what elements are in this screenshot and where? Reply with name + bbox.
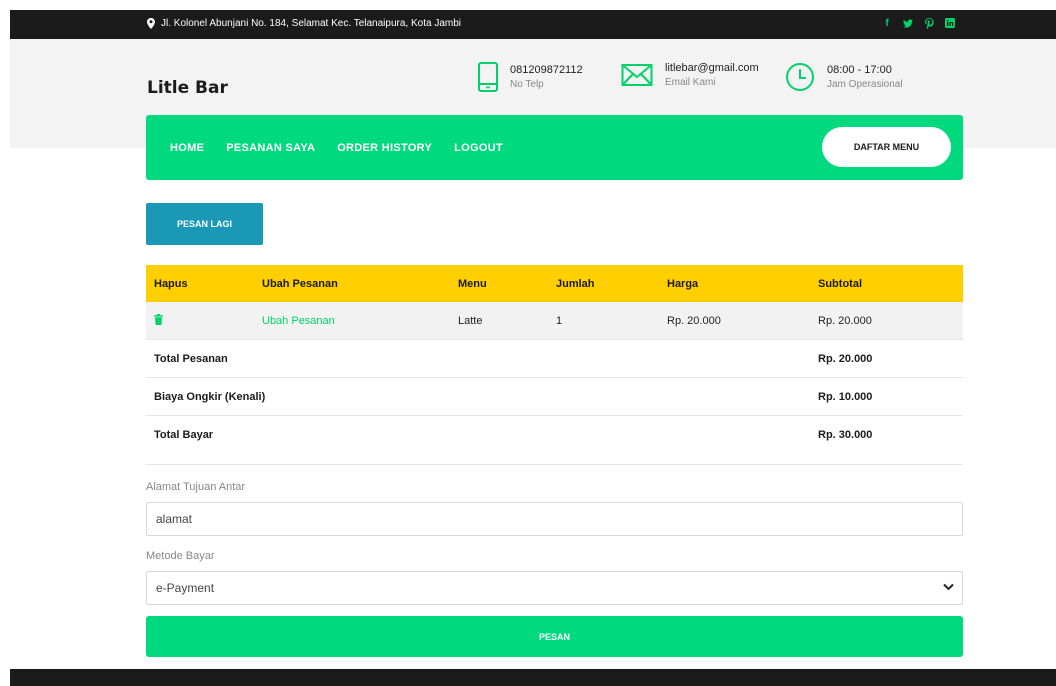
hours-value: 08:00 - 17:00 xyxy=(827,64,892,76)
summary-value: Rp. 20.000 xyxy=(818,352,873,365)
row-harga: Rp. 20.000 xyxy=(667,314,721,327)
envelope-icon xyxy=(621,64,653,86)
chevron-down-icon xyxy=(943,583,954,591)
col-menu: Menu xyxy=(458,277,487,290)
main-navbar: HOME PESANAN SAYA ORDER HISTORY LOGOUT D… xyxy=(146,115,963,180)
summary-row-total-pesanan: Total Pesanan Rp. 20.000 xyxy=(146,340,963,378)
summary-value: Rp. 30.000 xyxy=(818,429,873,441)
email-address: litlebar@gmail.com xyxy=(665,62,759,74)
payment-select[interactable]: e-Payment xyxy=(146,571,963,605)
nav-logout[interactable]: LOGOUT xyxy=(454,142,503,154)
email-info: litlebar@gmail.com Email Kami xyxy=(621,62,759,88)
row-jumlah: 1 xyxy=(556,314,563,327)
phone-number: 081209872112 xyxy=(510,64,583,76)
row-subtotal: Rp. 20.000 xyxy=(818,314,872,327)
table-header: Hapus Ubah Pesanan Menu Jumlah Harga Sub… xyxy=(146,265,963,302)
facebook-icon[interactable]: f xyxy=(882,17,892,29)
footer xyxy=(10,669,1056,686)
nav-home[interactable]: HOME xyxy=(170,142,204,154)
hours-info: 08:00 - 17:00 Jam Operasional xyxy=(785,62,903,92)
top-bar: Jl. Kolonel Abunjani No. 184, Selamat Ke… xyxy=(10,10,1056,39)
map-pin-icon xyxy=(147,18,155,29)
summary-row-total-bayar: Total Bayar Rp. 30.000 xyxy=(146,416,963,465)
hours-label: Jam Operasional xyxy=(827,79,903,90)
daftar-menu-button[interactable]: DAFTAR MENU xyxy=(822,127,951,167)
address-value: alamat xyxy=(156,512,193,526)
pesan-submit-button[interactable]: PESAN xyxy=(146,616,963,657)
order-table: Hapus Ubah Pesanan Menu Jumlah Harga Sub… xyxy=(146,265,963,465)
row-menu: Latte xyxy=(458,314,483,327)
col-harga: Harga xyxy=(667,277,699,290)
col-hapus: Hapus xyxy=(154,277,188,290)
summary-value: Rp. 10.000 xyxy=(818,390,873,403)
col-jumlah: Jumlah xyxy=(556,277,595,290)
pesan-lagi-button[interactable]: PESAN LAGI xyxy=(146,203,263,245)
summary-row-ongkir: Biaya Ongkir (Kenali) Rp. 10.000 xyxy=(146,378,963,416)
address-label: Alamat Tujuan Antar xyxy=(146,481,246,493)
address-text: Jl. Kolonel Abunjani No. 184, Selamat Ke… xyxy=(161,18,461,29)
col-ubah-pesanan: Ubah Pesanan xyxy=(262,277,338,290)
col-subtotal: Subtotal xyxy=(818,277,862,290)
summary-label: Biaya Ongkir (Kenali) xyxy=(154,390,266,403)
trash-icon[interactable] xyxy=(154,313,163,328)
address-input[interactable]: alamat xyxy=(146,502,963,536)
linkedin-icon[interactable] xyxy=(945,17,955,29)
brand-logo[interactable]: Litle Bar xyxy=(147,78,228,98)
ubah-pesanan-link[interactable]: Ubah Pesanan xyxy=(262,315,335,327)
phone-label: No Telp xyxy=(510,79,544,90)
nav-order-history[interactable]: ORDER HISTORY xyxy=(337,142,432,154)
summary-label: Total Pesanan xyxy=(154,352,228,365)
clock-icon xyxy=(786,63,814,91)
pinterest-icon[interactable] xyxy=(924,17,934,29)
payment-label: Metode Bayar xyxy=(146,550,215,562)
email-label: Email Kami xyxy=(665,77,716,88)
address-block: Jl. Kolonel Abunjani No. 184, Selamat Ke… xyxy=(147,18,461,29)
phone-info: 081209872112 No Telp xyxy=(478,62,583,92)
summary-label: Total Bayar xyxy=(154,429,214,441)
twitter-icon[interactable] xyxy=(903,17,913,29)
nav-menu: HOME PESANAN SAYA ORDER HISTORY LOGOUT xyxy=(170,142,503,154)
nav-pesanan-saya[interactable]: PESANAN SAYA xyxy=(226,142,315,154)
social-links: f xyxy=(882,17,955,29)
payment-selected-value: e-Payment xyxy=(156,581,215,595)
phone-icon xyxy=(478,62,498,92)
table-row: Ubah Pesanan Latte 1 Rp. 20.000 Rp. 20.0… xyxy=(146,302,963,340)
